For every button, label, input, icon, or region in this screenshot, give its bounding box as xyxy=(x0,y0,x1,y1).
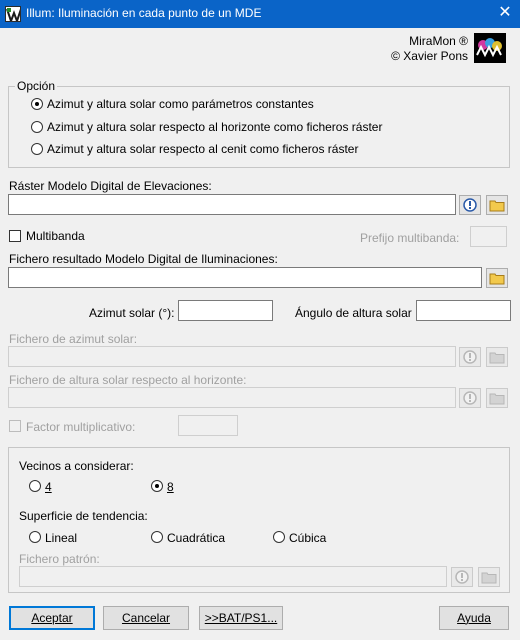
accept-button-label: Aceptar xyxy=(31,611,73,625)
option-group-legend: Opción xyxy=(15,79,58,93)
pattern-file-input xyxy=(19,566,447,587)
azimuth-file-browse-button xyxy=(486,347,508,367)
pattern-file-label: Fichero patrón: xyxy=(19,552,100,566)
azimuth-file-metadata-button xyxy=(459,347,481,367)
factor-input xyxy=(178,415,238,436)
folder-icon xyxy=(489,393,505,404)
neighbors-label: Vecinos a considerar: xyxy=(19,459,134,473)
dem-browse-button[interactable] xyxy=(486,195,508,215)
cancel-button[interactable]: Cancelar xyxy=(103,606,189,630)
option-horizon-raster-label[interactable]: Azimut y altura solar respecto al horizo… xyxy=(47,120,382,134)
metadata-icon xyxy=(455,570,469,584)
close-icon[interactable]: ✕ xyxy=(496,4,514,22)
trend-cubic-label[interactable]: Cúbica xyxy=(289,531,326,545)
bat-ps1-button[interactable]: >>BAT/PS1... xyxy=(199,606,283,630)
folder-icon xyxy=(481,572,497,583)
multiband-checkbox[interactable] xyxy=(9,230,21,242)
folder-icon xyxy=(489,200,505,211)
altitude-input[interactable] xyxy=(416,300,511,321)
option-zenith-raster-label[interactable]: Azimut y altura solar respecto al cenit … xyxy=(47,142,358,156)
multiband-label: Multibanda xyxy=(26,229,85,243)
result-label: Fichero resultado Modelo Digital de Ilum… xyxy=(9,252,278,266)
result-browse-button[interactable] xyxy=(486,268,508,288)
accept-button[interactable]: Aceptar xyxy=(9,606,95,630)
factor-checkbox xyxy=(9,420,21,432)
azimuth-input[interactable] xyxy=(178,300,273,321)
trend-quadratic-radio[interactable] xyxy=(151,531,163,543)
option-horizon-raster-radio[interactable] xyxy=(31,121,43,133)
azimuth-file-input xyxy=(8,346,456,367)
option-constant-label[interactable]: Azimut y altura solar como parámetros co… xyxy=(47,97,314,111)
azimuth-file-label: Fichero de azimut solar: xyxy=(9,332,138,346)
pattern-file-metadata-button xyxy=(451,567,473,587)
option-constant-radio[interactable] xyxy=(31,98,43,110)
help-button[interactable]: Ayuda xyxy=(439,606,509,630)
altitude-file-browse-button xyxy=(486,388,508,408)
dem-label: Ráster Modelo Digital de Elevaciones: xyxy=(9,179,212,193)
metadata-icon xyxy=(463,198,477,212)
cancel-button-label: Cancelar xyxy=(121,611,171,625)
trend-label: Superficie de tendencia: xyxy=(19,509,148,523)
folder-icon xyxy=(489,273,505,284)
metadata-icon xyxy=(463,350,477,364)
trend-quadratic-label[interactable]: Cuadrática xyxy=(167,531,225,545)
title-bar: Illum: Iluminación en cada punto de un M… xyxy=(0,0,520,28)
trend-cubic-radio[interactable] xyxy=(273,531,285,543)
altitude-file-metadata-button xyxy=(459,388,481,408)
multiband-prefix-input xyxy=(470,226,507,247)
option-zenith-raster-radio[interactable] xyxy=(31,143,43,155)
miramon-app-icon xyxy=(5,6,21,22)
altitude-file-input xyxy=(8,387,456,408)
brand-name: MiraMon ® xyxy=(409,34,468,48)
altitude-label: Ángulo de altura solar xyxy=(295,306,412,320)
neighbors-8-label[interactable]: 8 xyxy=(167,480,174,494)
neighbors-4-radio[interactable] xyxy=(29,480,41,492)
result-input[interactable] xyxy=(8,267,482,288)
dem-input[interactable] xyxy=(8,194,456,215)
trend-linear-radio[interactable] xyxy=(29,531,41,543)
trend-linear-label[interactable]: Lineal xyxy=(45,531,77,545)
folder-icon xyxy=(489,352,505,363)
window-title: Illum: Iluminación en cada punto de un M… xyxy=(26,6,262,20)
help-button-label: Ayuda xyxy=(457,611,491,625)
dem-metadata-button[interactable] xyxy=(459,195,481,215)
altitude-file-label: Fichero de altura solar respecto al hori… xyxy=(9,373,247,387)
azimuth-label: Azimut solar (°): xyxy=(89,306,175,320)
pattern-file-browse-button xyxy=(478,567,500,587)
miramon-logo xyxy=(474,33,506,63)
brand-author: © Xavier Pons xyxy=(391,49,468,63)
neighbors-4-label[interactable]: 4 xyxy=(45,480,52,494)
neighbors-8-radio[interactable] xyxy=(151,480,163,492)
bat-ps1-button-label: >>BAT/PS1... xyxy=(204,611,278,625)
multiband-prefix-label: Prefijo multibanda: xyxy=(360,231,460,245)
metadata-icon xyxy=(463,391,477,405)
factor-label: Factor multiplicativo: xyxy=(26,420,136,434)
